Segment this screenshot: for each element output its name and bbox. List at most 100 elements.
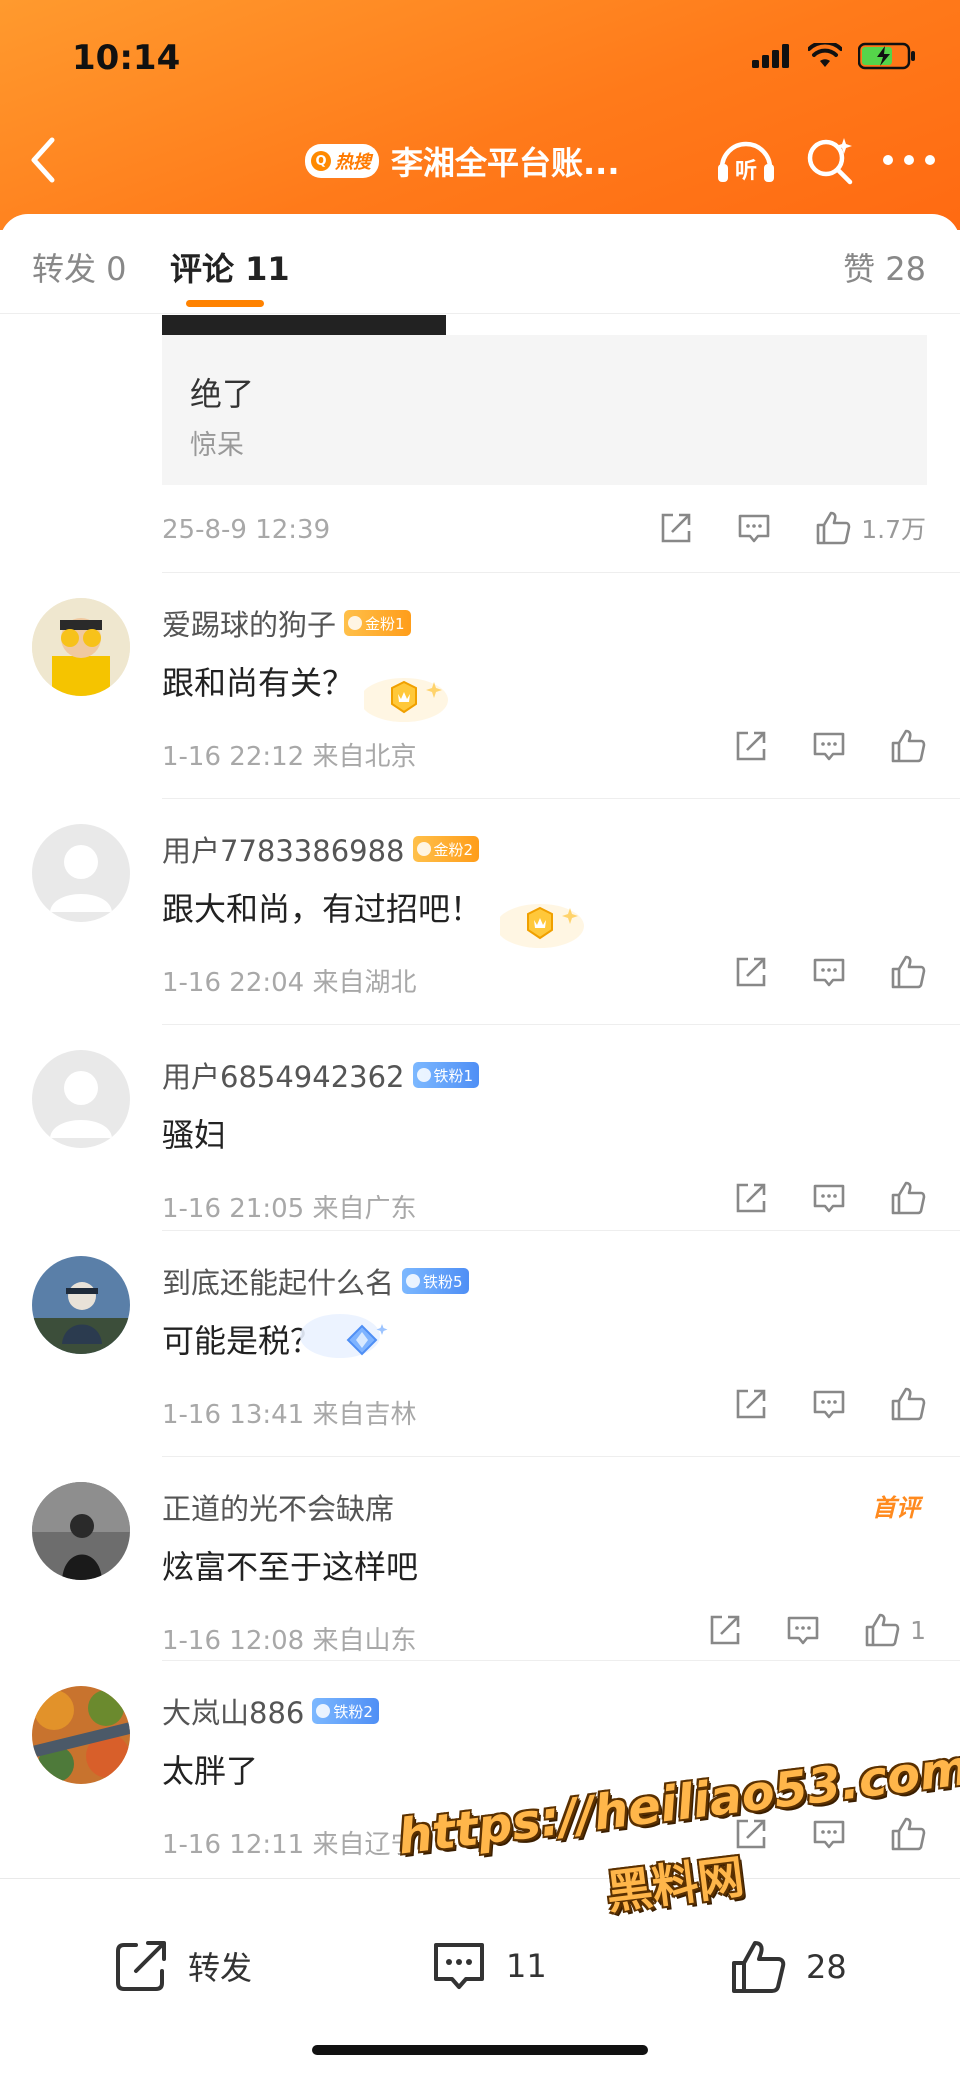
- reply-icon[interactable]: [812, 1387, 846, 1421]
- like-action[interactable]: 1.7万: [815, 510, 926, 546]
- quoted-image-strip: [162, 315, 446, 335]
- comment-header: 用户6854942362 铁粉1: [162, 1054, 480, 1096]
- reply-icon[interactable]: [786, 1613, 820, 1647]
- like-icon[interactable]: [890, 728, 926, 764]
- badge-gem-icon: [316, 1704, 331, 1718]
- share-icon[interactable]: [734, 729, 768, 763]
- reply-icon[interactable]: [812, 1181, 846, 1215]
- avatar[interactable]: [32, 598, 130, 696]
- share-icon[interactable]: [734, 1387, 768, 1421]
- badge-gem-icon: [416, 842, 431, 856]
- comment-actions: [734, 1386, 926, 1422]
- comment-meta: 1-16 21:05 来自广东: [162, 1194, 417, 1224]
- comment-header: 大岚山886 铁粉2: [162, 1690, 379, 1732]
- divider: [162, 1230, 960, 1231]
- page-title: 李湘全平台账...: [391, 144, 620, 182]
- share-icon[interactable]: [708, 1613, 742, 1647]
- tab-indicator: [186, 300, 264, 307]
- quoted-reply-box[interactable]: 绝了 惊呆: [162, 335, 927, 485]
- like-count: 1: [910, 1615, 926, 1645]
- like-icon: [816, 511, 851, 545]
- badge-label: 铁粉1: [433, 1066, 474, 1085]
- comment-item: 正道的光不会缺席 首评 炫富不至于这样吧 1-16 12:08 来自山东 1: [0, 1456, 960, 1682]
- username[interactable]: 正道的光不会缺席: [162, 1486, 394, 1528]
- share-icon: [116, 1941, 166, 1991]
- divider: [162, 798, 960, 799]
- like-action[interactable]: 1: [864, 1612, 926, 1648]
- like-icon[interactable]: [890, 1386, 926, 1422]
- fan-badge: 金粉1: [344, 610, 411, 636]
- header: 10:14 Q 热搜 李湘全平台账... 听: [0, 0, 960, 230]
- post-timestamp: 25-8-9 12:39: [162, 515, 331, 545]
- tab-repost[interactable]: 转发 0: [32, 244, 127, 290]
- like-icon[interactable]: [890, 954, 926, 990]
- comment-actions: 1: [708, 1612, 926, 1648]
- blue-diamond-sticker-icon: [300, 1314, 388, 1358]
- avatar[interactable]: [32, 1686, 130, 1784]
- fan-badge: 金粉2: [412, 836, 480, 862]
- fan-badge: 铁粉1: [412, 1062, 480, 1088]
- comment-text: 可能是税？: [162, 1322, 323, 1360]
- badge-label: 金粉2: [433, 840, 474, 859]
- like-icon[interactable]: [890, 1180, 926, 1216]
- share-icon[interactable]: [659, 511, 693, 545]
- signal-icon: [752, 44, 789, 68]
- like-icon: [865, 1613, 900, 1647]
- comment-header: 用户7783386988 金粉2: [162, 828, 480, 870]
- like-button[interactable]: 28: [728, 1937, 847, 1997]
- comment-button[interactable]: 11: [430, 1937, 547, 1995]
- tab-comments[interactable]: 评论 11: [170, 244, 290, 290]
- quoted-text: 绝了: [190, 375, 255, 413]
- badge-gem-icon: [416, 1068, 431, 1082]
- avatar[interactable]: [32, 1256, 130, 1354]
- share-icon[interactable]: [734, 1181, 768, 1215]
- nav-title-area[interactable]: Q 热搜 李湘全平台账...: [305, 136, 619, 186]
- reply-icon[interactable]: [812, 729, 846, 763]
- comment-text: 跟和尚有关？: [162, 664, 355, 702]
- share-icon[interactable]: [734, 955, 768, 989]
- hot-search-icon: Q: [311, 151, 331, 171]
- comment-item: 到底还能起什么名 铁粉5 可能是税？ 1-16 13:41 来自吉林: [0, 1230, 960, 1456]
- reply-icon[interactable]: [812, 955, 846, 989]
- avatar[interactable]: [32, 1482, 130, 1580]
- more-icon[interactable]: [882, 150, 936, 170]
- comment-meta: 1-16 13:41 来自吉林: [162, 1400, 417, 1430]
- fan-badge: 铁粉2: [312, 1698, 379, 1724]
- username[interactable]: 爱踢球的狗子: [162, 602, 336, 644]
- username[interactable]: 大岚山886: [162, 1690, 304, 1732]
- listen-headphone-icon[interactable]: 听: [714, 134, 778, 186]
- divider: [162, 1660, 960, 1661]
- avatar[interactable]: [32, 1050, 130, 1148]
- nav-actions: 听: [714, 134, 936, 186]
- comment-meta: 1-16 12:08 来自山东: [162, 1626, 417, 1656]
- status-time: 10:14: [72, 38, 181, 78]
- hot-search-label: 热搜: [335, 152, 371, 173]
- wifi-icon: [808, 43, 842, 67]
- username[interactable]: 用户7783386988: [162, 828, 405, 870]
- comment-icon: [434, 1943, 484, 1989]
- username[interactable]: 到底还能起什么名: [162, 1260, 394, 1302]
- avatar[interactable]: [32, 824, 130, 922]
- reply-icon[interactable]: [737, 511, 771, 545]
- divider: [162, 572, 960, 573]
- comment-text: 跟大和尚，有过招吧！: [162, 890, 483, 928]
- search-icon[interactable]: [804, 134, 856, 186]
- repost-button[interactable]: 转发: [112, 1937, 252, 1995]
- svg-text:听: 听: [735, 159, 757, 184]
- post-actions: 1.7万: [659, 510, 926, 546]
- badge-label: 铁粉2: [333, 1702, 373, 1721]
- like-count: 1.7万: [861, 515, 926, 544]
- comment-actions: [734, 954, 926, 990]
- battery-icon: [858, 42, 915, 70]
- back-icon[interactable]: [22, 130, 62, 190]
- tab-likes[interactable]: 赞 28: [843, 244, 926, 290]
- comment-meta: 1-16 22:04 来自湖北: [162, 968, 417, 998]
- comment-meta: 1-16 22:12 来自北京: [162, 742, 417, 772]
- like-icon: [732, 1941, 786, 1993]
- watermark-name: 黑料网: [603, 1849, 747, 1920]
- like-count: 28: [806, 1948, 847, 1986]
- username[interactable]: 用户6854942362: [162, 1054, 405, 1096]
- gold-crown-sticker-icon: [500, 904, 584, 948]
- comment-item: 用户6854942362 铁粉1 骚妇 1-16 21:05 来自广东: [0, 1024, 960, 1250]
- repost-label: 转发: [188, 1949, 253, 1987]
